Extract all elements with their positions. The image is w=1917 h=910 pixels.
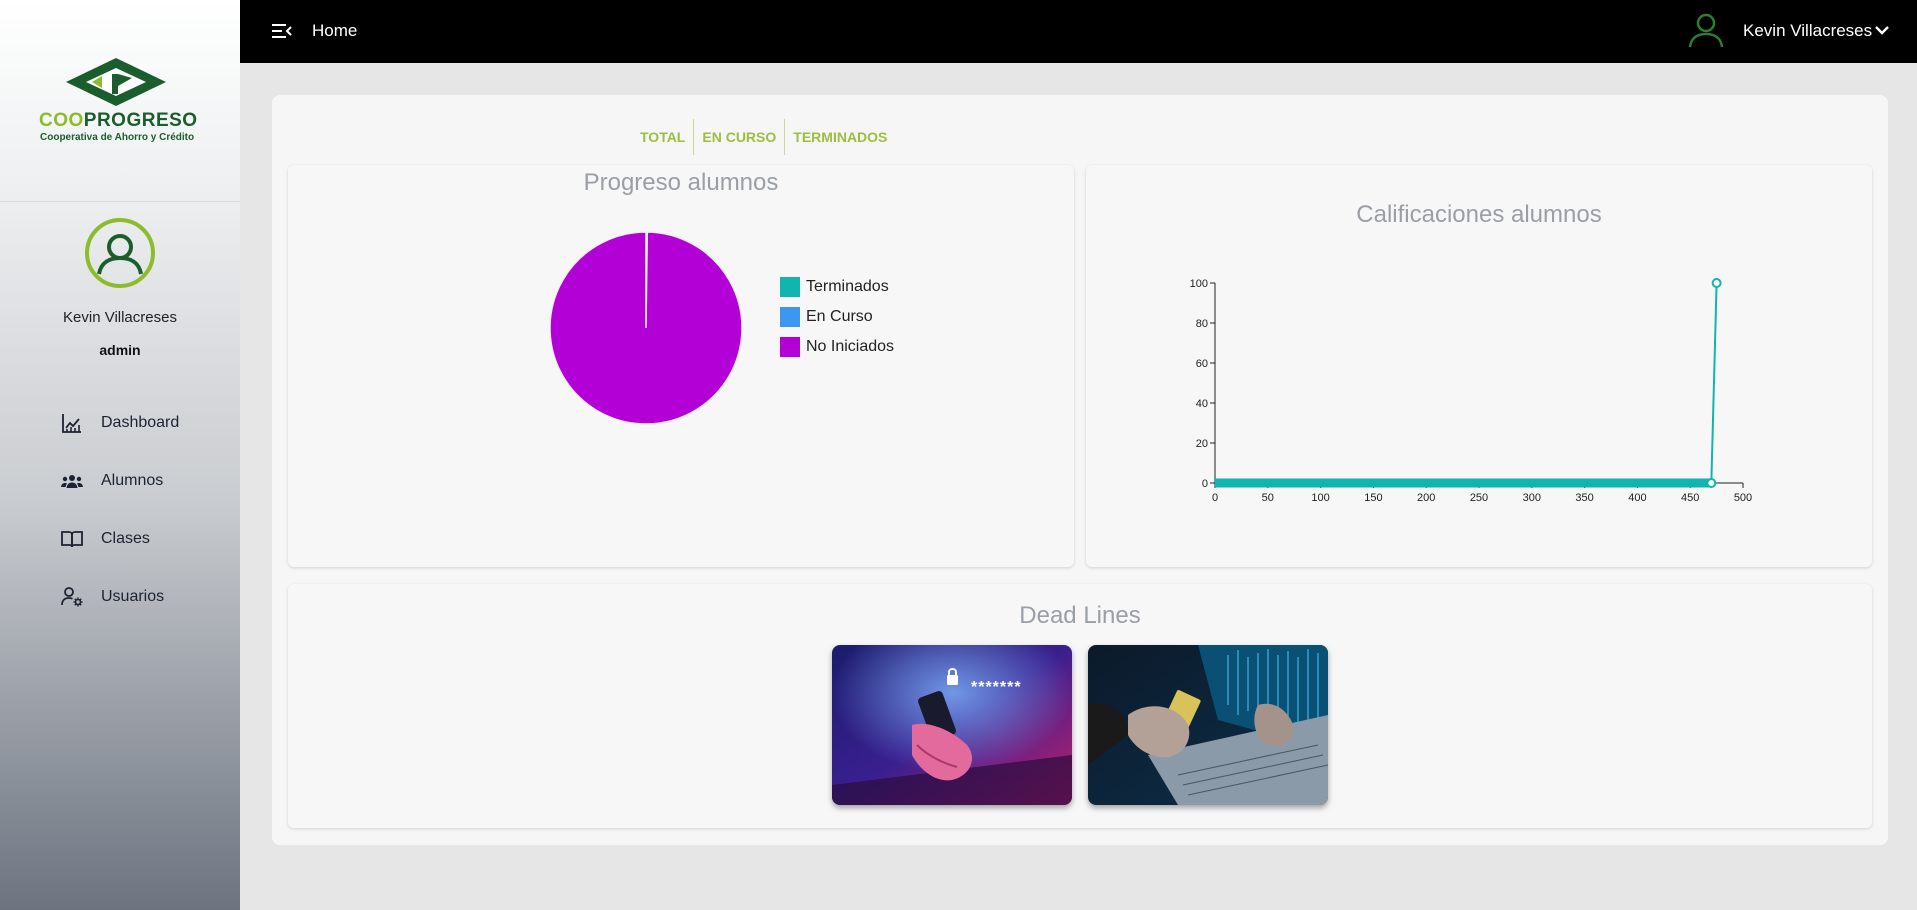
- data-point[interactable]: [1706, 478, 1717, 488]
- users-icon: [61, 475, 83, 488]
- progress-title: Progreso alumnos: [583, 169, 779, 196]
- legend-swatch: [780, 307, 800, 327]
- y-tick-label: 40: [1196, 398, 1208, 410]
- x-tick-label: 450: [1681, 492, 1699, 504]
- tab-total[interactable]: TOTAL: [632, 119, 693, 155]
- status-tabs: TOTAL EN CURSO TERMINADOS: [632, 119, 895, 155]
- x-tick-label: 0: [1212, 492, 1218, 504]
- logo-mark-icon: [66, 58, 166, 106]
- deadline-image-laptop: [1088, 645, 1328, 805]
- x-tick-label: 350: [1575, 492, 1593, 504]
- x-tick-label: 400: [1628, 492, 1646, 504]
- pie-slice-no-iniciados: [549, 231, 743, 425]
- x-tick-label: 300: [1523, 492, 1541, 504]
- legend-swatch: [780, 277, 800, 297]
- x-tick-label: 500: [1734, 492, 1752, 504]
- tab-terminados[interactable]: TERMINADOS: [784, 119, 895, 155]
- home-link[interactable]: Home: [312, 21, 357, 41]
- x-tick-label: 100: [1311, 492, 1329, 504]
- deadline-card[interactable]: [1088, 645, 1328, 805]
- user-avatar-icon: [85, 218, 155, 288]
- legend-swatch: [780, 337, 800, 357]
- sidebar-item-label: Clases: [101, 530, 150, 547]
- grades-panel: Calificaciones alumnos 0 20 40 60 80 100 0 50 10…: [1086, 165, 1872, 567]
- user-gear-icon: [61, 587, 83, 607]
- x-tick-label: 250: [1470, 492, 1488, 504]
- progress-pie-chart: [549, 231, 743, 425]
- legend-label: Terminados: [806, 278, 889, 295]
- sidebar-item-label: Dashboard: [101, 414, 180, 431]
- data-point[interactable]: [1711, 278, 1722, 288]
- sidebar-divider: [0, 201, 240, 202]
- legend-label: No Iniciados: [806, 338, 895, 355]
- series-line: [1215, 282, 1718, 484]
- book-icon: [61, 531, 83, 548]
- sidebar-divider: [0, 379, 240, 380]
- x-tick-label: 50: [1262, 492, 1274, 504]
- logo-subtitle: Cooperativa de Ahorro y Crédito: [40, 132, 195, 143]
- logo-brand: COOPROGRESO: [39, 110, 198, 131]
- user-role: admin: [99, 342, 141, 358]
- y-tick-label: 20: [1196, 438, 1208, 450]
- deadline-card[interactable]: *******: [832, 645, 1072, 805]
- progress-panel: Progreso alumnos Terminados En Curso No …: [288, 165, 1074, 567]
- tab-en-curso[interactable]: EN CURSO: [693, 119, 784, 155]
- legend-item: No Iniciados: [780, 337, 894, 357]
- x-tick-label: 150: [1364, 492, 1382, 504]
- deadlines-title: Dead Lines: [1019, 602, 1141, 629]
- password-mask-text: *******: [971, 679, 1022, 696]
- sidebar-item-label: Usuarios: [101, 588, 165, 605]
- sidebar-item-usuarios[interactable]: Usuarios: [60, 581, 164, 613]
- sidebar-item-alumnos[interactable]: Alumnos: [60, 465, 163, 497]
- sidebar: COOPROGRESO Cooperativa de Ahorro y Créd…: [0, 0, 240, 910]
- y-tick-label: 80: [1196, 318, 1208, 330]
- sidebar-item-clases[interactable]: Clases: [60, 523, 150, 555]
- legend-label: En Curso: [806, 308, 873, 325]
- logo: COOPROGRESO Cooperativa de Ahorro y Créd…: [36, 52, 198, 148]
- grades-line-chart: 0 20 40 60 80 100 0 50 100 150 200 250 300 350 400 450 5…: [1190, 278, 1752, 504]
- y-tick-label: 60: [1196, 358, 1208, 370]
- user-name: Kevin Villacreses: [63, 309, 177, 326]
- legend-item: En Curso: [780, 307, 873, 327]
- top-bar: Home Kevin Villacreses: [240, 0, 1917, 63]
- x-tick-label: 200: [1417, 492, 1435, 504]
- menu-collapse-icon[interactable]: [271, 21, 293, 41]
- y-tick-label: 100: [1190, 278, 1208, 290]
- y-tick-label: 0: [1202, 478, 1208, 490]
- deadline-image-phone: [832, 645, 1072, 805]
- legend-item: Terminados: [780, 277, 889, 297]
- sidebar-item-label: Alumnos: [101, 472, 164, 489]
- deadlines-panel: Dead Lines: [288, 584, 1872, 828]
- user-avatar-icon[interactable]: [1687, 11, 1725, 49]
- sidebar-item-dashboard[interactable]: Dashboard: [60, 407, 179, 439]
- user-menu-name[interactable]: Kevin Villacreses: [1743, 21, 1872, 41]
- chart-line-icon: [62, 414, 81, 433]
- chevron-down-icon[interactable]: [1874, 22, 1890, 38]
